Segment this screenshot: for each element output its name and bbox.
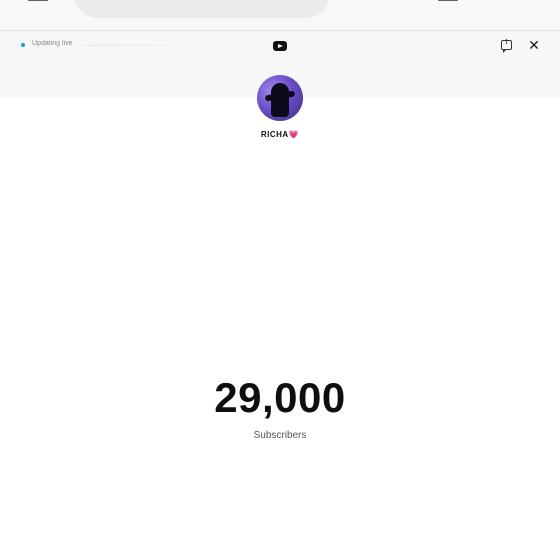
search-bar[interactable] [74, 0, 330, 18]
channel-avatar[interactable] [257, 75, 303, 121]
live-progress-line [82, 45, 262, 46]
channel-name[interactable]: RICHA💗 [230, 130, 330, 139]
feedback-icon[interactable] [501, 39, 512, 53]
avatar-silhouette [271, 83, 289, 117]
youtube-logo-icon [273, 41, 287, 51]
top-bar [0, 0, 560, 31]
live-status-text: Updating live [32, 40, 73, 47]
live-indicator-dot [21, 43, 25, 47]
subscriber-label: Subscribers [253, 430, 307, 441]
channel-name-text: RICHA [260, 130, 289, 139]
close-icon[interactable]: ✕ [528, 38, 540, 52]
menu-icon[interactable] [28, 0, 48, 2]
heart-emoji-icon: 💗 [288, 130, 300, 139]
subscriber-count: 29,000 [214, 374, 346, 421]
top-right-menu-icon[interactable] [438, 0, 458, 2]
